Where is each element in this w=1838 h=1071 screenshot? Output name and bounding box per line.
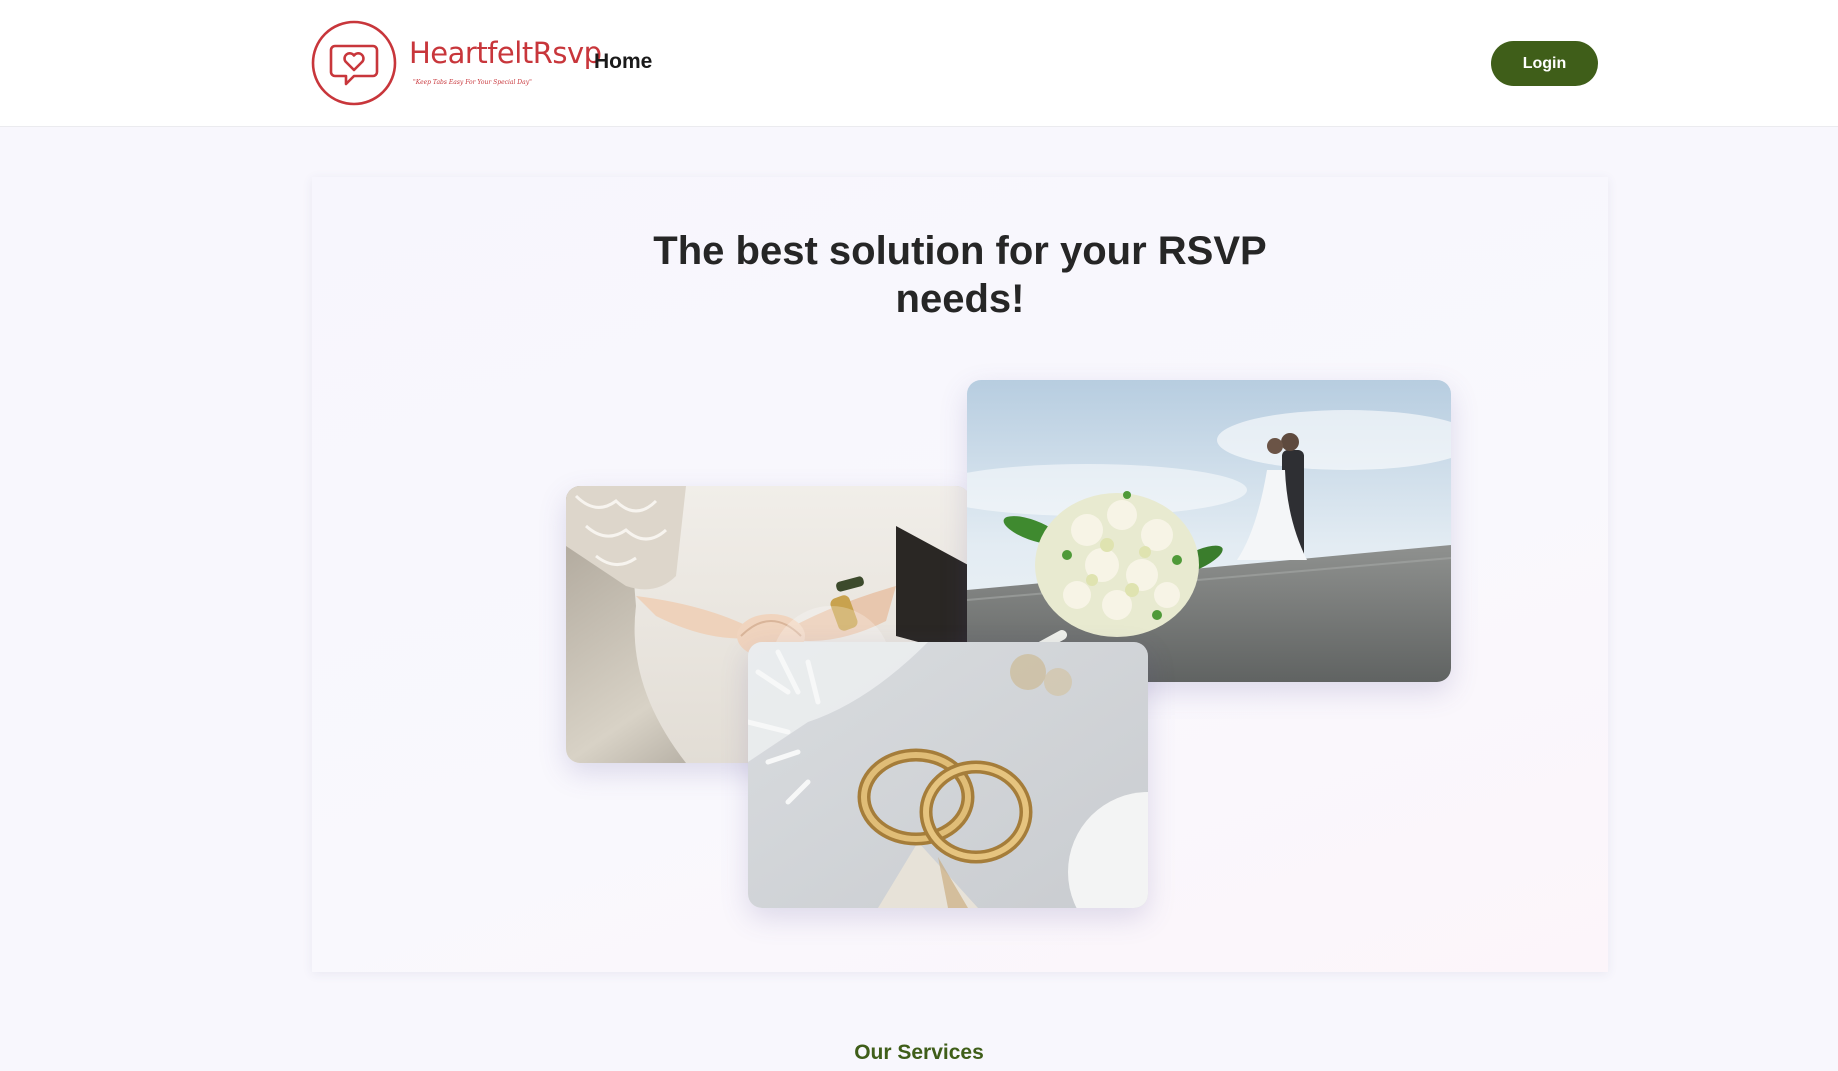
wedding-bouquet-couple-photo	[967, 380, 1451, 682]
nav-home-link[interactable]: Home	[594, 50, 652, 74]
heart-chat-bubble-icon	[311, 20, 397, 106]
brand-logo[interactable]: HeartfeltRsvp "Keep Tabs Easy For Your S…	[311, 20, 602, 108]
site-header: HeartfeltRsvp "Keep Tabs Easy For Your S…	[0, 0, 1838, 127]
our-services-heading: Our Services	[854, 1041, 984, 1065]
brand-tagline: "Keep Tabs Easy For Your Special Day"	[413, 79, 532, 86]
hero-card: The best solution for your RSVP needs!	[312, 177, 1608, 972]
hero-title: The best solution for your RSVP needs!	[653, 229, 1267, 321]
wedding-rings-photo	[748, 642, 1148, 908]
login-button[interactable]: Login	[1491, 41, 1598, 86]
brand-name: HeartfeltRsvp	[409, 36, 602, 70]
